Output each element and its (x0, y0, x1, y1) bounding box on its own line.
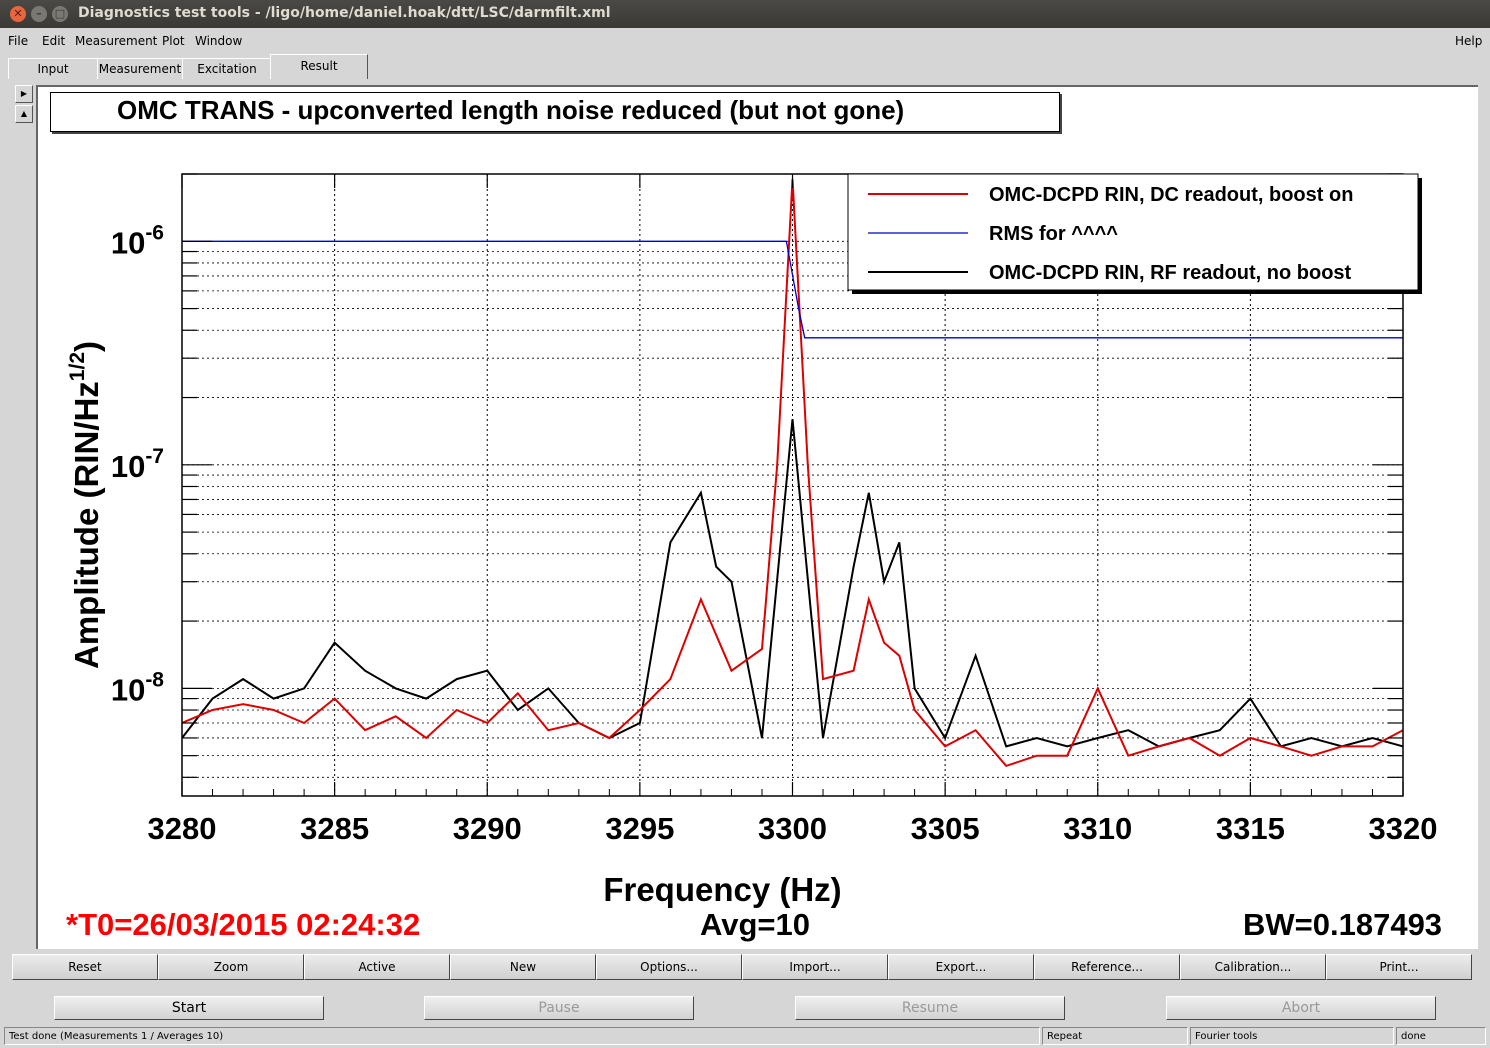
reset-button[interactable]: Reset (12, 954, 158, 980)
legend-label: OMC-DCPD RIN, RF readout, no boost (989, 262, 1352, 284)
new-button[interactable]: New (450, 954, 596, 980)
pause-button[interactable]: Pause (424, 996, 694, 1020)
y-axis-label: Amplitude (RIN/Hz1/2) (66, 341, 105, 669)
menu-measurement[interactable]: Measurement (75, 34, 157, 48)
maximize-icon[interactable]: □ (52, 6, 68, 22)
x-tick-label: 3320 (1369, 811, 1438, 846)
status-message: Test done (Measurements 1 / Averages 10) (4, 1027, 1040, 1045)
x-tick-label: 3300 (758, 811, 827, 846)
x-tick-label: 3305 (911, 811, 980, 846)
legend-label: RMS for ^^^^ (989, 223, 1118, 245)
menu-window[interactable]: Window (195, 34, 242, 48)
start-button[interactable]: Start (54, 996, 324, 1020)
y-tick-label: 10-7 (111, 445, 164, 484)
x-tick-label: 3285 (300, 811, 369, 846)
x-tick-label: 3315 (1216, 811, 1285, 846)
x-tick-label: 3295 (605, 811, 674, 846)
window-titlebar: ✕ – □ Diagnostics test tools - /ligo/hom… (0, 0, 1490, 28)
x-tick-label: 3290 (453, 811, 522, 846)
plot-canvas[interactable]: OMC TRANS - upconverted length noise red… (36, 85, 1478, 949)
status-state: done (1396, 1027, 1486, 1045)
tab-measurement[interactable]: Measurement (97, 58, 183, 79)
options-button[interactable]: Options... (596, 954, 742, 980)
status-repeat: Repeat (1042, 1027, 1188, 1045)
tab-result[interactable]: Result (270, 54, 368, 79)
avg-label: Avg=10 (700, 907, 810, 942)
status-tools: Fourier tools (1190, 1027, 1394, 1045)
chart-svg[interactable]: 3280 3285 3290 3295 3300 3305 3310 3315 3320 10-6… (38, 87, 1478, 949)
menu-help[interactable]: Help (1455, 34, 1482, 48)
y-tick-label: 10-8 (111, 668, 164, 707)
zoom-button[interactable]: Zoom (158, 954, 304, 980)
window-title: Diagnostics test tools - /ligo/home/dani… (78, 5, 611, 21)
calibration-button[interactable]: Calibration... (1180, 954, 1326, 980)
menu-plot[interactable]: Plot (162, 34, 185, 48)
bw-label: BW=0.187493 (1243, 907, 1443, 942)
import-button[interactable]: Import... (742, 954, 888, 980)
collapse-arrow-icon[interactable]: ▲ (15, 105, 33, 123)
x-axis-label: Frequency (Hz) (603, 871, 841, 908)
abort-button[interactable]: Abort (1166, 996, 1436, 1020)
tab-excitation[interactable]: Excitation (182, 58, 272, 79)
x-tick-label: 3310 (1063, 811, 1132, 846)
series-line-2 (182, 419, 1403, 748)
legend-label: OMC-DCPD RIN, DC readout, boost on (989, 184, 1353, 206)
tab-bar: Input Measurement Excitation Result (0, 54, 1490, 80)
tab-input[interactable]: Input (8, 58, 98, 79)
print-button[interactable]: Print... (1326, 954, 1472, 980)
minimize-icon[interactable]: – (31, 6, 47, 22)
t0-label: *T0=26/03/2015 02:24:32 (66, 907, 421, 942)
menu-edit[interactable]: Edit (42, 34, 65, 48)
export-button[interactable]: Export... (888, 954, 1034, 980)
statusbar: Test done (Measurements 1 / Averages 10)… (0, 1025, 1490, 1048)
menubar: File Edit Measurement Plot Window Help (0, 29, 1490, 53)
menu-file[interactable]: File (8, 34, 28, 48)
y-tick-label: 10-6 (111, 221, 164, 260)
x-tick-label: 3280 (148, 811, 217, 846)
expand-arrow-icon[interactable]: ▶ (15, 85, 33, 103)
chart-legend: OMC-DCPD RIN, DC readout, boost on RMS fo… (847, 173, 1422, 294)
resume-button[interactable]: Resume (795, 996, 1065, 1020)
close-icon[interactable]: ✕ (10, 6, 26, 22)
active-button[interactable]: Active (304, 954, 450, 980)
reference-button[interactable]: Reference... (1034, 954, 1180, 980)
